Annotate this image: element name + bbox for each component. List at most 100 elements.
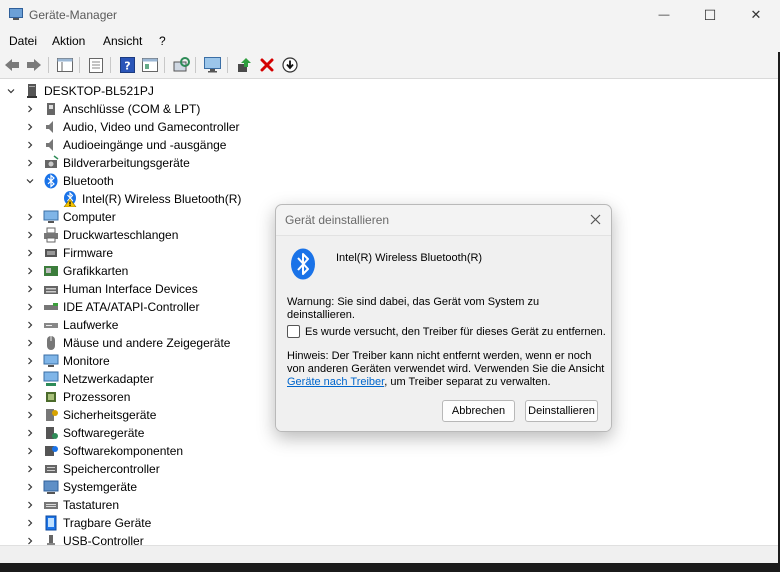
chevron-right-icon[interactable] [25, 374, 35, 384]
chevron-right-icon[interactable] [25, 518, 35, 528]
menu-ansicht[interactable]: Ansicht [103, 34, 142, 48]
monitor-icon [43, 353, 59, 369]
chevron-right-icon[interactable] [25, 356, 35, 366]
disable-button[interactable] [281, 56, 299, 74]
chevron-right-icon[interactable] [25, 392, 35, 402]
chevron-right-icon[interactable] [25, 104, 35, 114]
scan-hardware-button[interactable] [172, 56, 190, 74]
display-adapter-icon [43, 263, 59, 279]
dialog-device-name: Intel(R) Wireless Bluetooth(R) [336, 252, 483, 264]
close-button[interactable]: ✕ [733, 0, 779, 30]
uninstall-confirm-button[interactable]: Deinstallieren [525, 400, 598, 422]
maximize-button[interactable]: ☐ [687, 0, 733, 30]
toolbar-separator [164, 57, 165, 73]
chevron-right-icon[interactable] [25, 230, 35, 240]
tree-category[interactable]: Bluetooth [25, 172, 114, 190]
window-title: Geräte-Manager [29, 8, 118, 22]
tree-category[interactable]: Netzwerkadapter [25, 370, 154, 388]
chevron-right-icon[interactable] [25, 266, 35, 276]
monitor-button[interactable] [203, 56, 221, 74]
view-button[interactable] [141, 56, 159, 74]
drive-icon [43, 317, 59, 333]
tree-category[interactable]: Druckwarteschlangen [25, 226, 178, 244]
cancel-button[interactable]: Abbrechen [442, 400, 515, 422]
speaker-icon [43, 119, 59, 135]
tree-item-label: Softwarekomponenten [63, 444, 184, 458]
bluetooth-icon [291, 248, 315, 280]
maximize-icon: ☐ [703, 6, 717, 23]
close-icon [590, 214, 600, 224]
chevron-right-icon[interactable] [25, 428, 35, 438]
uninstall-button[interactable] [258, 56, 276, 74]
tree-category[interactable]: Bildverarbeitungsgeräte [25, 154, 190, 172]
chevron-right-icon[interactable] [25, 320, 35, 330]
tree-category[interactable]: Monitore [25, 352, 110, 370]
chevron-right-icon[interactable] [25, 158, 35, 168]
tree-category[interactable]: Tastaturen [25, 496, 119, 514]
menu-datei[interactable]: Datei [9, 34, 37, 48]
tree-item-label: Speichercontroller [63, 462, 160, 476]
remove-driver-checkbox-row[interactable]: Es wurde versucht, den Treiber für diese… [287, 325, 606, 338]
tree-category[interactable]: USB-Controller [25, 532, 144, 545]
tree-item-label: Intel(R) Wireless Bluetooth(R) [82, 192, 242, 206]
back-button[interactable] [3, 56, 21, 74]
help-icon: ? [119, 57, 135, 73]
help-button[interactable]: ? [118, 56, 136, 74]
remove-driver-checkbox[interactable] [287, 325, 300, 338]
update-driver-button[interactable] [235, 56, 253, 74]
tree-category[interactable]: Prozessoren [25, 388, 130, 406]
chevron-right-icon[interactable] [25, 212, 35, 222]
tree-category[interactable]: Sicherheitsgeräte [25, 406, 156, 424]
system-icon [43, 479, 59, 495]
software-device-icon [43, 425, 59, 441]
tree-category[interactable]: Mäuse und andere Zeigegeräte [25, 334, 230, 352]
tree-category[interactable]: Grafikkarten [25, 262, 128, 280]
tree-category[interactable]: Firmware [25, 244, 113, 262]
tree-category[interactable]: Human Interface Devices [25, 280, 198, 298]
tree-category[interactable]: Laufwerke [25, 316, 118, 334]
minimize-button[interactable]: — [641, 0, 687, 30]
chevron-right-icon[interactable] [25, 536, 35, 545]
minimize-icon: — [658, 9, 670, 21]
menu-help[interactable]: ? [159, 34, 166, 48]
tree-category[interactable]: Audio, Video und Gamecontroller [25, 118, 240, 136]
horizontal-scrollbar[interactable] [0, 545, 780, 563]
tree-root[interactable]: DESKTOP-BL521PJ [6, 82, 154, 100]
properties-button[interactable] [87, 56, 105, 74]
devices-by-driver-link[interactable]: Geräte nach Treiber [287, 376, 384, 388]
forward-button[interactable] [25, 56, 43, 74]
chevron-right-icon[interactable] [25, 482, 35, 492]
tree-category[interactable]: Softwaregeräte [25, 424, 144, 442]
tree-category[interactable]: Computer [25, 208, 116, 226]
chevron-right-icon[interactable] [25, 122, 35, 132]
chevron-right-icon[interactable] [25, 446, 35, 456]
view-icon [142, 58, 158, 72]
tree-category[interactable]: Anschlüsse (COM & LPT) [25, 100, 200, 118]
chevron-right-icon[interactable] [25, 464, 35, 474]
chevron-right-icon[interactable] [25, 410, 35, 420]
properties-icon [57, 58, 73, 72]
menu-aktion[interactable]: Aktion [52, 34, 85, 48]
dialog-close-button[interactable] [587, 211, 603, 227]
show-hide-console-tree-button[interactable] [56, 56, 74, 74]
chevron-down-icon[interactable] [6, 86, 16, 96]
tree-root-label: DESKTOP-BL521PJ [44, 84, 154, 98]
chevron-down-icon[interactable] [25, 176, 35, 186]
chevron-right-icon[interactable] [25, 302, 35, 312]
tree-category[interactable]: Speichercontroller [25, 460, 160, 478]
tree-category[interactable]: Tragbare Geräte [25, 514, 151, 532]
tree-device[interactable]: Intel(R) Wireless Bluetooth(R) [44, 190, 241, 208]
chevron-right-icon[interactable] [25, 140, 35, 150]
tree-category[interactable]: Systemgeräte [25, 478, 137, 496]
chevron-right-icon[interactable] [25, 248, 35, 258]
tree-category[interactable]: Softwarekomponenten [25, 442, 183, 460]
tree-category[interactable]: Audioeingänge und -ausgänge [25, 136, 226, 154]
update-driver-icon [238, 58, 251, 72]
chevron-right-icon[interactable] [25, 338, 35, 348]
menu-bar: Datei Aktion Ansicht ? [0, 30, 780, 52]
chevron-right-icon[interactable] [25, 500, 35, 510]
chevron-right-icon[interactable] [25, 284, 35, 294]
bluetooth-warning-icon [62, 191, 78, 207]
bluetooth-icon [43, 173, 59, 189]
tree-category[interactable]: IDE ATA/ATAPI-Controller [25, 298, 199, 316]
